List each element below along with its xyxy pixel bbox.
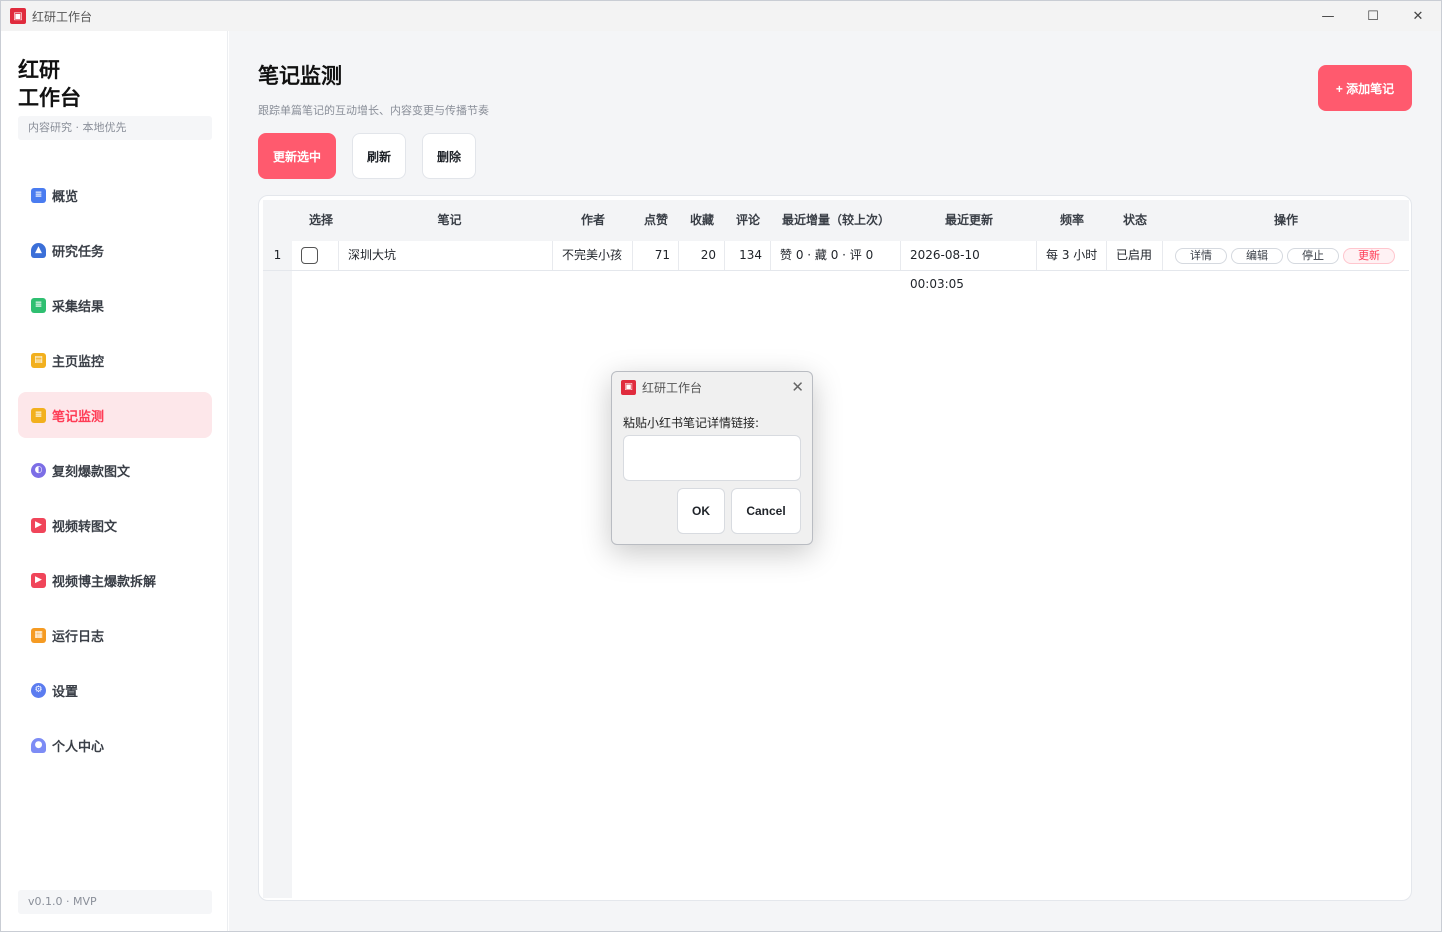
sidebar-item-label: 个人中心 (52, 739, 105, 755)
row-number: 1 (263, 241, 292, 270)
detail-button[interactable]: 详情 (1175, 248, 1227, 264)
sidebar-item-label: 设置 (52, 684, 79, 700)
sidebar-item-label: 主页监控 (52, 354, 105, 370)
input-dialog: ▣ 红研工作台 ✕ 粘贴小红书笔记详情链接: OK Cancel (611, 371, 813, 545)
brand-line-1: 红研 (18, 58, 60, 82)
header-status[interactable]: 状态 (1107, 200, 1163, 241)
stop-button[interactable]: 停止 (1287, 248, 1339, 264)
cell-status: 已启用 (1107, 241, 1163, 270)
header-frequency[interactable]: 频率 (1037, 200, 1107, 241)
sidebar-item-label: 研究任务 (52, 244, 105, 260)
sidebar-item-note-monitor[interactable]: ≡ 笔记监测 (18, 392, 212, 438)
link-input[interactable] (623, 435, 801, 481)
cell-likes: 71 (633, 241, 679, 270)
cell-updated: 2026-08-10 00:03:05 (901, 241, 1037, 291)
update-selected-button[interactable]: 更新选中 (258, 133, 336, 179)
cell-comments: 134 (725, 241, 771, 270)
sidebar: 红研 工作台 内容研究 · 本地优先 ≡ 概览 ▲ 研究任务 ≡ 采集结果 ▤ … (1, 31, 228, 931)
gear-icon: ⚙ (31, 682, 46, 698)
graduation-cap-icon: ▲ (31, 242, 46, 258)
dialog-prompt: 粘贴小红书笔记详情链接: (623, 416, 760, 430)
row-checkbox[interactable] (301, 247, 318, 264)
delete-button[interactable]: 删除 (422, 133, 476, 179)
cell-frequency: 每 3 小时 (1037, 241, 1107, 270)
window-title: 红研工作台 (32, 9, 93, 24)
sidebar-item-profile[interactable]: ● 个人中心 (18, 722, 212, 768)
calendar-icon: ▦ (31, 627, 46, 643)
add-note-button[interactable]: + 添加笔记 (1318, 65, 1412, 111)
sidebar-item-label: 运行日志 (52, 629, 105, 645)
sidebar-item-results[interactable]: ≡ 采集结果 (18, 282, 212, 328)
sidebar-item-label: 概览 (52, 189, 79, 205)
update-row-button[interactable]: 更新 (1343, 248, 1395, 264)
brand-line-2: 工作台 (18, 86, 81, 110)
header-delta[interactable]: 最近增量（较上次） (771, 200, 901, 241)
sidebar-item-video-breakdown[interactable]: ▶ 视频博主爆款拆解 (18, 557, 212, 603)
sidebar-item-replicate[interactable]: ◐ 复刻爆款图文 (18, 447, 212, 493)
header-actions: 操作 (1273, 213, 1298, 227)
header-updated[interactable]: 最近更新 (901, 200, 1037, 241)
planet-icon: ◐ (31, 462, 46, 478)
refresh-button[interactable]: 刷新 (352, 133, 406, 179)
header-favorites[interactable]: 收藏 (679, 200, 725, 241)
document-icon: ≡ (31, 187, 46, 203)
minimize-button[interactable]: — (1305, 1, 1351, 31)
dialog-title: 红研工作台 (642, 380, 703, 395)
title-bar: ▣ 红研工作台 — ☐ ✕ (1, 1, 1441, 31)
ok-button[interactable]: OK (677, 488, 725, 534)
app-window: ▣ 红研工作台 — ☐ ✕ 红研 工作台 内容研究 · 本地优先 ≡ 概览 ▲ … (0, 0, 1442, 932)
cell-favorites: 20 (679, 241, 725, 270)
header-select[interactable]: 选择 (296, 200, 346, 241)
sidebar-item-label: 采集结果 (52, 299, 105, 315)
header-author[interactable]: 作者 (553, 200, 633, 241)
sidebar-item-research-tasks[interactable]: ▲ 研究任务 (18, 227, 212, 273)
sidebar-item-overview[interactable]: ≡ 概览 (18, 172, 212, 218)
note-icon: ≡ (31, 407, 46, 423)
header-likes[interactable]: 点赞 (633, 200, 679, 241)
sidebar-item-settings[interactable]: ⚙ 设置 (18, 667, 212, 713)
user-icon: ● (31, 737, 46, 753)
app-logo-icon: ▣ (10, 8, 26, 24)
brand: 红研 工作台 (18, 56, 81, 112)
table-row[interactable]: 1 深圳大坑 不完美小孩 71 20 134 赞 0 · 藏 0 · 评 0 2… (263, 241, 1409, 291)
shop-icon: ▤ (31, 352, 46, 368)
tagline: 内容研究 · 本地优先 (18, 116, 212, 140)
page-title: 笔记监测 (258, 64, 342, 88)
clipboard-icon: ≡ (31, 297, 46, 313)
close-button[interactable]: ✕ (1395, 1, 1441, 31)
edit-button[interactable]: 编辑 (1231, 248, 1283, 264)
page-subtitle: 跟踪单篇笔记的互动增长、内容变更与传播节奏 (258, 104, 489, 117)
notes-table: 选择 笔记 作者 点赞 收藏 评论 最近增量（较上次） 最近更新 频率 状态 操… (258, 195, 1412, 901)
close-icon[interactable]: ✕ (791, 378, 804, 396)
video-icon: ▶ (31, 572, 46, 588)
sidebar-item-logs[interactable]: ▦ 运行日志 (18, 612, 212, 658)
video-icon: ▶ (31, 517, 46, 533)
cancel-button[interactable]: Cancel (731, 488, 801, 534)
row-number-column (263, 200, 292, 898)
cell-author: 不完美小孩 (553, 241, 633, 270)
table-header: 选择 笔记 作者 点赞 收藏 评论 最近增量（较上次） 最近更新 频率 状态 操… (263, 200, 1409, 241)
sidebar-item-video-to-post[interactable]: ▶ 视频转图文 (18, 502, 212, 548)
cell-note: 深圳大坑 (338, 241, 553, 270)
sidebar-item-label: 视频转图文 (52, 519, 118, 535)
sidebar-item-label: 笔记监测 (52, 409, 105, 425)
header-note[interactable]: 笔记 (346, 200, 553, 241)
sidebar-item-label: 复刻爆款图文 (52, 464, 131, 480)
sidebar-item-label: 视频博主爆款拆解 (52, 574, 157, 590)
header-comments[interactable]: 评论 (725, 200, 771, 241)
sidebar-item-homepage-monitor[interactable]: ▤ 主页监控 (18, 337, 212, 383)
version-label: v0.1.0 · MVP (18, 890, 212, 914)
cell-actions: 详情 编辑 停止 更新 (1163, 241, 1409, 270)
cell-delta: 赞 0 · 藏 0 · 评 0 (771, 241, 901, 270)
main-content: 笔记监测 跟踪单篇笔记的互动增长、内容变更与传播节奏 + 添加笔记 更新选中 刷… (229, 31, 1441, 931)
maximize-button[interactable]: ☐ (1350, 1, 1396, 31)
dialog-title-bar: ▣ 红研工作台 ✕ (612, 372, 812, 402)
app-logo-icon: ▣ (621, 379, 636, 395)
